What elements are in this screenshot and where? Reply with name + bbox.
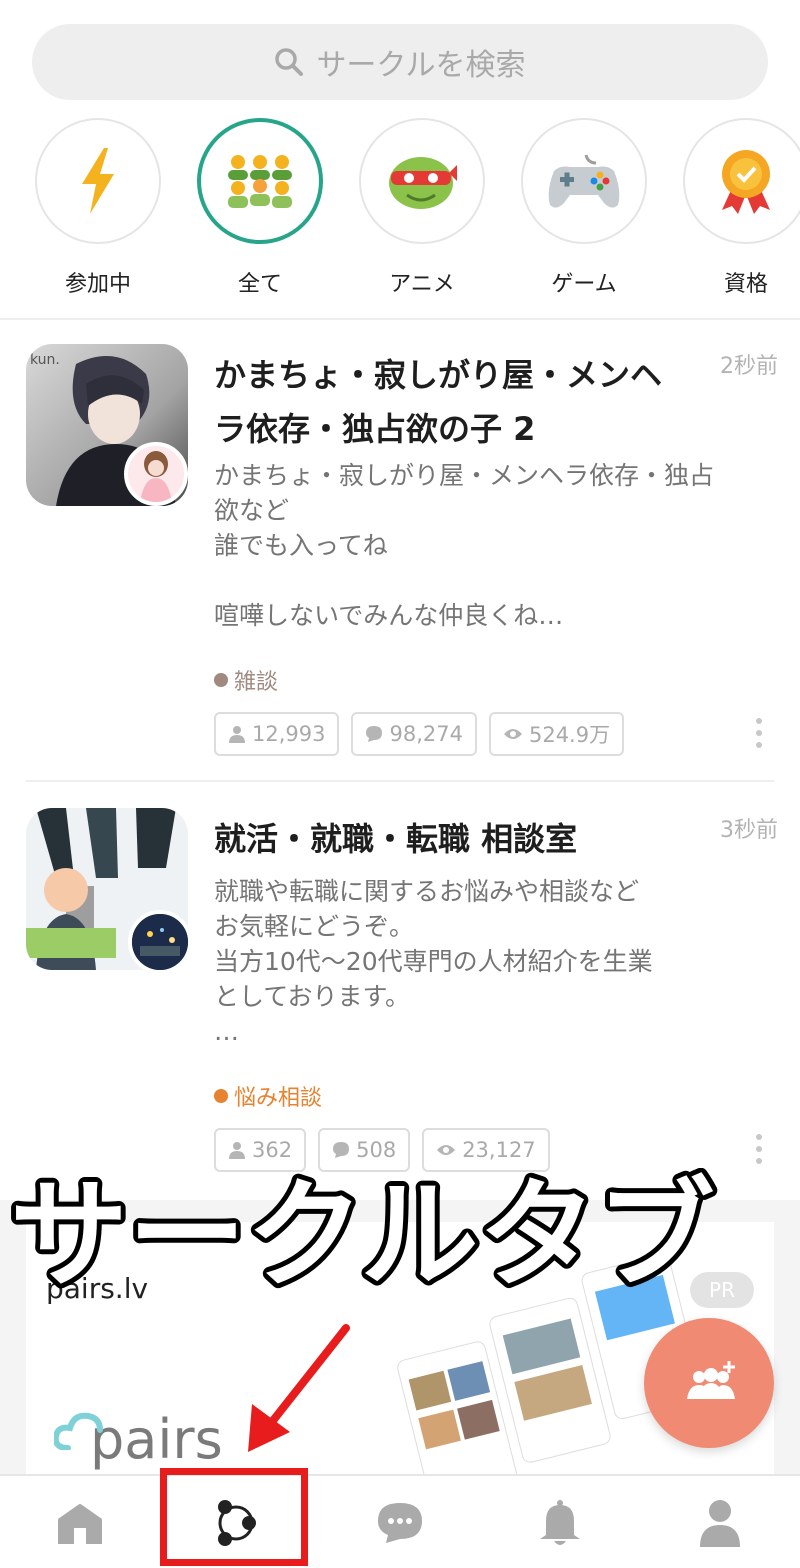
nav-profile[interactable] [660, 1478, 780, 1568]
bell-icon [540, 1500, 580, 1545]
more-options-icon[interactable] [756, 718, 764, 754]
pairs-logo: pairs [54, 1408, 223, 1471]
category-label: 全て [237, 272, 282, 297]
nav-home[interactable] [20, 1478, 140, 1568]
comments-count: 98,274 [389, 722, 463, 746]
overlay-caption-text: サークルタブ [10, 1168, 714, 1298]
tag-dot [214, 1089, 228, 1103]
nav-notifications[interactable] [500, 1478, 620, 1568]
category-all[interactable]: 全て [196, 118, 324, 298]
bottom-nav [0, 1474, 800, 1568]
post-tag[interactable]: 雑談 [214, 664, 278, 696]
category-joined[interactable]: 参加中 [34, 118, 162, 298]
tag-label: 雑談 [234, 670, 279, 695]
comments-stat: 98,274 [351, 712, 477, 756]
views-count: 23,127 [462, 1138, 536, 1162]
search-icon [275, 48, 304, 76]
person-icon [229, 726, 245, 743]
chat-icon [378, 1503, 422, 1543]
category-label: ゲーム [551, 272, 617, 297]
circle-post[interactable]: kun. かまちょ・寂しがり屋・メンヘラ依存・独占欲の子 2 2秒前 かまちょ・… [0, 344, 800, 764]
divider [26, 780, 774, 782]
divider [0, 318, 800, 320]
post-description: かまちょ・寂しがり屋・メンヘラ依存・独占欲など 誰でも入ってね 喧嘩しないでみん… [214, 461, 715, 630]
post-description: 就職や転職に関するお悩みや相談など お気軽にどうぞ。 当方10代〜20代専門の人… [214, 877, 653, 1046]
category-label: アニメ [389, 272, 455, 297]
post-tag[interactable]: 悩み相談 [214, 1080, 322, 1112]
people-group-icon [228, 155, 292, 208]
comments-stat: 508 [318, 1128, 411, 1172]
thumb-text: kun. [30, 352, 60, 368]
circle-post[interactable]: 就活・就職・転職 相談室 3秒前 就職や転職に関するお悩みや相談など お気軽にど… [0, 808, 800, 1188]
views-stat: 23,127 [422, 1128, 550, 1172]
members-stat: 362 [214, 1128, 307, 1172]
post-time: 3秒前 [720, 818, 778, 843]
medal-icon [722, 150, 770, 214]
post-title: 就活・就職・転職 相談室 [214, 820, 578, 858]
eye-icon [437, 1145, 456, 1155]
turtle-hero-icon [389, 157, 457, 209]
post-time: 2秒前 [720, 354, 778, 379]
comment-icon [333, 1142, 350, 1158]
members-count: 362 [252, 1138, 293, 1162]
nav-chat[interactable] [340, 1478, 460, 1568]
add-group-icon [687, 1361, 735, 1399]
comment-icon [366, 726, 383, 742]
comments-count: 508 [356, 1138, 397, 1162]
home-icon [58, 1504, 102, 1544]
members-stat: 12,993 [214, 712, 340, 756]
owner-avatar [128, 910, 192, 974]
search-bar[interactable]: サークルを検索 [32, 24, 768, 100]
create-circle-button[interactable] [644, 1318, 774, 1448]
lightning-icon [82, 148, 114, 214]
profile-icon [700, 1500, 740, 1547]
views-count: 524.9万 [528, 723, 611, 747]
highlight-box [160, 1468, 308, 1566]
category-label: 資格 [723, 272, 768, 297]
category-license[interactable]: 資格 [682, 118, 800, 298]
tag-dot [214, 673, 228, 687]
category-row: 参加中 全て アニメ ゲーム 資格 [0, 118, 800, 314]
gamepad-icon [548, 154, 620, 208]
post-stats: 12,993 98,274 524.9万 [214, 712, 625, 756]
post-title: かまちょ・寂しがり屋・メンヘラ依存・独占欲の子 2 [214, 356, 663, 448]
eye-icon [503, 729, 522, 739]
members-count: 12,993 [252, 722, 326, 746]
category-game[interactable]: ゲーム [520, 118, 648, 298]
owner-avatar [124, 442, 188, 506]
person-icon [229, 1142, 245, 1159]
category-anime[interactable]: アニメ [358, 118, 486, 298]
post-stats: 362 508 23,127 [214, 1128, 550, 1172]
category-label: 参加中 [64, 272, 131, 297]
overlay-caption: サークルタブ [0, 1161, 720, 1309]
tag-label: 悩み相談 [234, 1086, 323, 1111]
views-stat: 524.9万 [488, 712, 625, 756]
more-options-icon[interactable] [756, 1134, 764, 1170]
cloud-icon [54, 1412, 103, 1450]
search-placeholder: サークルを検索 [316, 48, 526, 83]
